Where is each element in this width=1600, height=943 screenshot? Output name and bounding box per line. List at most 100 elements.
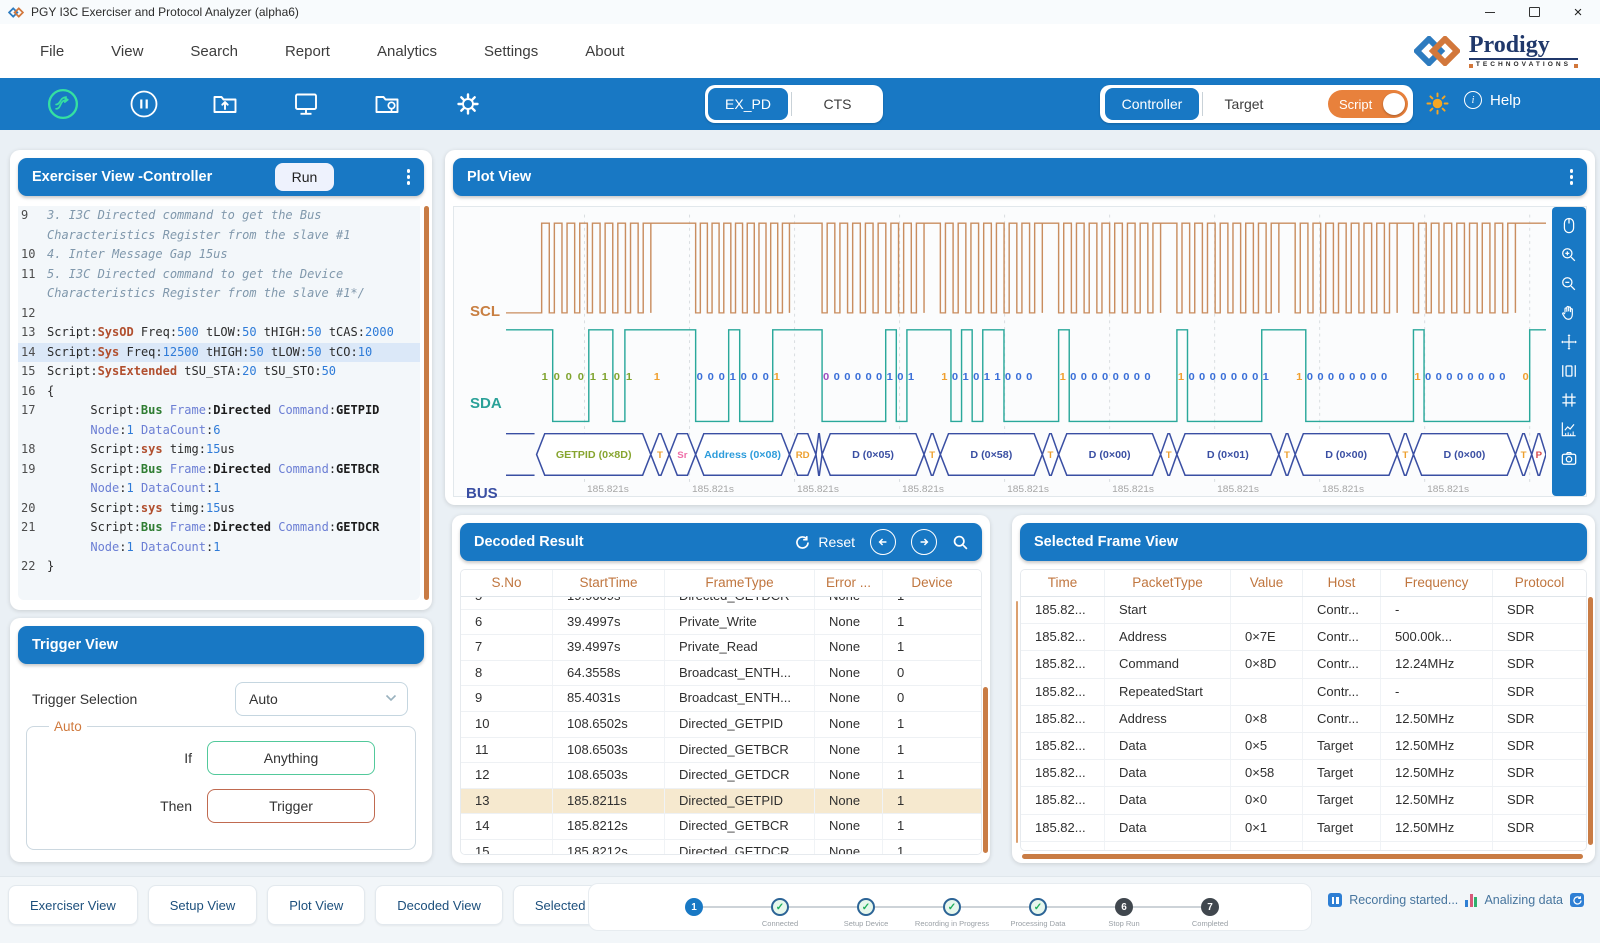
waveform-plot[interactable]: 1000110110001000100000010110101100010000… <box>506 209 1546 496</box>
column-header[interactable]: Frequency <box>1381 570 1493 596</box>
column-header[interactable]: Device <box>883 570 981 596</box>
main-toolbar: EX_PD CTS Controller Target Script <box>0 78 1600 130</box>
column-header[interactable]: Value <box>1231 570 1303 596</box>
table-row[interactable]: 185.82...Command0×8DContr...12.24MHzSDR <box>1021 651 1586 678</box>
minimize-button[interactable] <box>1468 0 1512 24</box>
bottom-bar: Exerciser ViewSetup ViewPlot ViewDecoded… <box>0 876 1600 943</box>
grid-icon[interactable] <box>1559 390 1579 410</box>
exerciser-run-button[interactable] <box>47 88 79 120</box>
next-frame-button[interactable] <box>911 529 937 555</box>
table-row[interactable]: 185.82...Address0×7EContr...500.00k...SD… <box>1021 624 1586 651</box>
device-connect-button[interactable] <box>290 88 322 120</box>
column-header[interactable]: PacketType <box>1105 570 1231 596</box>
selected-frame-hscrollbar[interactable] <box>1022 854 1583 859</box>
pause-button[interactable] <box>128 88 160 120</box>
theme-button[interactable] <box>1426 92 1449 120</box>
table-row[interactable]: 13185.8211sDirected_GETPIDNone1 <box>461 789 981 815</box>
svg-text:0: 0 <box>1446 371 1452 383</box>
menu-item-about[interactable]: About <box>585 43 624 60</box>
column-header[interactable]: S.No <box>461 570 553 596</box>
close-button[interactable]: × <box>1556 0 1600 24</box>
view-button-setup-view[interactable]: Setup View <box>148 885 258 925</box>
table-row[interactable]: 739.4997sPrivate_ReadNone1 <box>461 635 981 661</box>
help-button[interactable]: i Help <box>1464 91 1521 109</box>
table-row[interactable]: 185.82...Address0×8Contr...12.50MHzSDR <box>1021 706 1586 733</box>
trigger-selection-dropdown[interactable]: Auto <box>235 682 408 716</box>
trigger-if-button[interactable]: Anything <box>207 741 375 775</box>
search-icon[interactable] <box>952 534 969 551</box>
table-row[interactable]: 185.82...StartContr...-SDR <box>1021 597 1586 624</box>
svg-text:0: 0 <box>1220 371 1226 383</box>
table-row[interactable]: 185.82...Data0×1Target12.50MHzSDR <box>1021 815 1586 842</box>
column-header[interactable]: FrameType <box>665 570 815 596</box>
zoom-in-icon[interactable] <box>1559 245 1579 265</box>
trigger-panel: Trigger View Trigger Selection Auto Auto… <box>10 618 432 862</box>
svg-text:1: 1 <box>1178 371 1184 383</box>
menu-item-report[interactable]: Report <box>285 43 330 60</box>
view-button-exerciser-view[interactable]: Exerciser View <box>8 885 138 925</box>
script-toggle[interactable]: Script <box>1328 90 1408 118</box>
table-row[interactable]: 185.82...RepeatedStartContr...-SDR <box>1021 679 1586 706</box>
column-header[interactable]: Protocol <box>1493 570 1586 596</box>
screenshot-camera-icon[interactable] <box>1559 448 1579 468</box>
svg-text:0: 0 <box>1478 371 1484 383</box>
menu-item-settings[interactable]: Settings <box>484 43 538 60</box>
tab-cts[interactable]: CTS <box>795 96 880 112</box>
cursor-mouse-icon[interactable] <box>1559 216 1579 236</box>
table-row[interactable]: 14185.8212sDirected_GETBCRNone1 <box>461 814 981 840</box>
table-row[interactable]: 185.82...Data0×5Target12.50MHzSDR <box>1021 733 1586 760</box>
table-row[interactable]: 15185.8212sDirected_GETDCRNone1 <box>461 840 981 855</box>
script-toggle-knob <box>1383 93 1405 115</box>
zoom-out-icon[interactable] <box>1559 274 1579 294</box>
run-button[interactable]: Run <box>275 163 335 191</box>
table-row[interactable]: 185.82...Data0×0Target12.50MHzSDR <box>1021 787 1586 814</box>
table-row[interactable]: 985.4031sBroadcast_ENTH...None0 <box>461 686 981 712</box>
menu-item-analytics[interactable]: Analytics <box>377 43 437 60</box>
split-view-icon[interactable] <box>1559 361 1579 381</box>
table-row[interactable]: 11108.6503sDirected_GETBCRNone1 <box>461 738 981 764</box>
move-icon[interactable] <box>1559 332 1579 352</box>
pan-hand-icon[interactable] <box>1559 303 1579 323</box>
chart-icon[interactable] <box>1559 419 1579 439</box>
view-button-plot-view[interactable]: Plot View <box>267 885 365 925</box>
svg-text:1: 1 <box>1296 371 1302 383</box>
column-header[interactable]: Error ... <box>815 570 883 596</box>
table-row[interactable]: 10108.6502sDirected_GETPIDNone1 <box>461 712 981 738</box>
menu-item-file[interactable]: File <box>40 43 64 60</box>
table-row[interactable]: 12108.6503sDirected_GETDCRNone1 <box>461 763 981 789</box>
column-header[interactable]: Time <box>1021 570 1105 596</box>
menu-item-view[interactable]: View <box>111 43 143 60</box>
svg-text:P: P <box>1536 451 1542 461</box>
view-button-decoded-view[interactable]: Decoded View <box>375 885 503 925</box>
maximize-button[interactable] <box>1512 0 1556 24</box>
svg-text:0: 0 <box>1005 371 1011 383</box>
sync-icon <box>1570 893 1584 907</box>
mode-controller-button[interactable]: Controller <box>1105 88 1199 120</box>
table-row[interactable]: 864.3558sBroadcast_ENTH...None0 <box>461 661 981 687</box>
reset-button[interactable]: Reset <box>794 534 855 551</box>
menu-item-search[interactable]: Search <box>190 43 238 60</box>
column-header[interactable]: Host <box>1303 570 1381 596</box>
code-editor[interactable]: 93. I3C Directed command to get the BusC… <box>18 206 420 600</box>
svg-text:185.821s: 185.821s <box>1112 485 1154 496</box>
svg-text:185.821s: 185.821s <box>1322 485 1364 496</box>
settings-button[interactable] <box>452 88 484 120</box>
trigger-then-button[interactable]: Trigger <box>207 789 375 823</box>
table-row[interactable]: 639.4997sPrivate_WriteNone1 <box>461 610 981 636</box>
tab-ex-pd[interactable]: EX_PD <box>708 88 788 120</box>
waveform-area[interactable]: SCL SDA BUS 1000110110001000100000010110… <box>453 206 1587 497</box>
selected-frame-vscrollbar[interactable] <box>1588 597 1593 845</box>
decoded-scrollbar[interactable] <box>983 687 988 853</box>
mode-target-button[interactable]: Target <box>1206 96 1282 112</box>
exerciser-scrollbar[interactable] <box>424 206 429 600</box>
plot-menu-icon[interactable] <box>1570 169 1587 184</box>
svg-text:0: 0 <box>763 371 769 383</box>
column-header[interactable]: StartTime <box>553 570 665 596</box>
export-folder-button[interactable] <box>209 88 241 120</box>
chevron-down-icon <box>385 693 397 705</box>
prev-frame-button[interactable] <box>870 529 896 555</box>
table-row[interactable]: 185.82...Data0×0Target12.50MHzSDR <box>1021 842 1586 851</box>
exerciser-menu-icon[interactable] <box>407 169 424 184</box>
table-row[interactable]: 185.82...Data0×58Target12.50MHzSDR <box>1021 760 1586 787</box>
save-location-button[interactable] <box>371 88 403 120</box>
